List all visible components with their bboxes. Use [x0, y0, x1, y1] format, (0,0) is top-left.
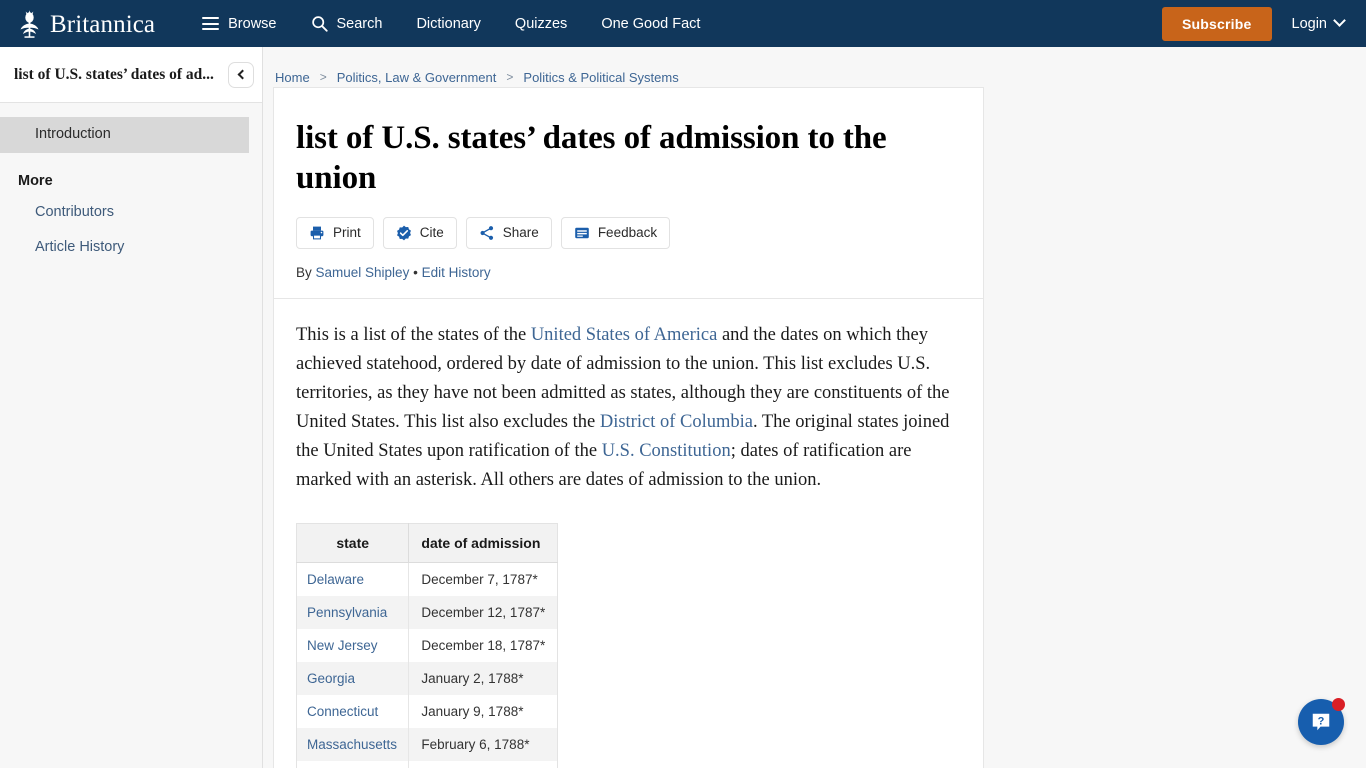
printer-icon	[310, 226, 324, 239]
edit-history-link[interactable]: Edit History	[422, 265, 491, 280]
cell-state-link[interactable]: Connecticut	[296, 694, 410, 728]
cell-state-link[interactable]: New Jersey	[296, 628, 410, 662]
breadcrumb-item-politics-political-systems[interactable]: Politics & Political Systems	[523, 70, 678, 85]
article-header: list of U.S. states’ dates of admission …	[274, 88, 983, 299]
print-label: Print	[333, 225, 361, 240]
nav-item-dictionary-label: Dictionary	[416, 15, 481, 32]
byline: By Samuel Shipley • Edit History	[296, 265, 961, 280]
sidebar-collapse-button[interactable]	[228, 61, 254, 88]
nav-item-one-good-fact-label: One Good Fact	[601, 15, 701, 32]
help-button[interactable]: ?	[1298, 698, 1345, 745]
column-header-state: state	[296, 523, 410, 563]
table-of-contents: Introduction More Contributors Article H…	[0, 103, 262, 266]
cell-state-link[interactable]: Georgia	[296, 661, 410, 695]
share-icon	[480, 225, 493, 240]
nav-item-quizzes[interactable]: Quizzes	[498, 0, 584, 47]
chevron-down-icon	[1333, 14, 1346, 27]
cell-state-link[interactable]: Maryland	[296, 760, 410, 768]
search-icon	[311, 16, 328, 32]
brand-logo[interactable]: Britannica	[16, 9, 155, 39]
article-body: This is a list of the states of the Unit…	[274, 299, 983, 768]
cite-button[interactable]: Cite	[382, 216, 457, 249]
feedback-label: Feedback	[597, 225, 658, 240]
breadcrumb-separator: >	[506, 70, 514, 84]
table-body: Delaware December 7, 1787* Pennsylvania Dec…	[296, 562, 558, 768]
question-chat-icon: ?	[1312, 713, 1330, 731]
breadcrumb-item-home[interactable]: Home	[275, 70, 310, 85]
cell-state-link[interactable]: Massachusetts	[296, 727, 410, 761]
breadcrumb-separator: >	[319, 70, 327, 84]
cell-state-link[interactable]: Pennsylvania	[296, 595, 410, 629]
table-row: MarylandApril 28, 1788*	[296, 760, 558, 768]
byline-prefix: By	[296, 264, 316, 280]
table-header-row: state date of admission	[296, 523, 558, 563]
byline-separator: •	[409, 264, 422, 280]
article-card: list of U.S. states’ dates of admission …	[273, 87, 984, 768]
nav-item-dictionary[interactable]: Dictionary	[399, 0, 497, 47]
content-area: Home > Politics, Law & Government > Poli…	[263, 47, 1366, 768]
table-row: Delaware December 7, 1787*	[296, 562, 558, 596]
byline-author-link[interactable]: Samuel Shipley	[316, 265, 410, 280]
table-row: Massachusetts February 6, 1788*	[296, 727, 558, 761]
page-body: list of U.S. states’ dates of ad... Intr…	[0, 47, 1366, 768]
nav-item-browse-label: Browse	[228, 15, 277, 32]
main-nav-items: Browse Search Dictionary Quizzes One Goo…	[185, 0, 717, 47]
feedback-icon	[575, 227, 589, 238]
nav-right-group: Subscribe Login	[1162, 6, 1350, 41]
share-label: Share	[502, 225, 539, 240]
feedback-button[interactable]: Feedback	[560, 216, 671, 249]
sidebar-heading-more: More	[18, 172, 53, 189]
table-head: state date of admission	[296, 523, 558, 563]
help-notification-badge	[1332, 698, 1345, 711]
cell-date-of-admission: December 12, 1787*	[421, 604, 546, 620]
table-row: New Jersey December 18, 1787*	[296, 628, 558, 662]
sidebar-item-article-history[interactable]: Article History	[0, 230, 262, 266]
nav-item-quizzes-label: Quizzes	[514, 15, 568, 32]
cell-date-of-admission: December 18, 1787*	[421, 637, 546, 653]
page-title: list of U.S. states’ dates of admission …	[296, 120, 887, 197]
article-action-toolbar: Print Cite Share Feedback	[296, 216, 961, 249]
cell-state-link[interactable]: Delaware	[296, 562, 410, 596]
nav-item-search[interactable]: Search	[294, 0, 400, 47]
login-label: Login	[1291, 15, 1327, 32]
lede-paragraph: This is a list of the states of the Unit…	[296, 321, 961, 495]
subscribe-button[interactable]: Subscribe	[1162, 6, 1272, 41]
top-navigation-bar: Britannica Browse Search Dictionary Quiz…	[0, 0, 1366, 47]
link-us-constitution[interactable]: U.S. Constitution	[602, 441, 731, 461]
column-header-date-of-admission: date of admission	[408, 523, 558, 563]
breadcrumb: Home > Politics, Law & Government > Poli…	[263, 47, 1366, 87]
breadcrumb-item-politics-law-government[interactable]: Politics, Law & Government	[337, 70, 497, 85]
sidebar-item-contributors[interactable]: Contributors	[0, 195, 262, 231]
brand-name: Britannica	[50, 11, 156, 38]
verified-badge-icon	[396, 225, 411, 240]
hamburger-icon	[202, 17, 220, 30]
cell-date-of-admission: January 9, 1788*	[421, 703, 524, 719]
cell-date-of-admission: April 28, 1788*	[409, 761, 558, 768]
cell-date-of-admission: February 6, 1788*	[421, 736, 530, 752]
thistle-logo-icon	[20, 9, 39, 38]
cell-date-of-admission: January 2, 1788*	[421, 670, 524, 686]
nav-item-search-label: Search	[336, 15, 383, 32]
login-menu-button[interactable]: Login	[1286, 10, 1350, 38]
table-row: Connecticut January 9, 1788*	[296, 694, 558, 728]
share-button[interactable]: Share	[465, 216, 552, 249]
states-admission-table: state date of admission Delaware December…	[296, 522, 558, 768]
print-button[interactable]: Print	[296, 216, 374, 249]
article-sidebar: list of U.S. states’ dates of ad... Intr…	[0, 47, 263, 768]
table-row: Georgia January 2, 1788*	[296, 661, 558, 695]
link-united-states-of-america[interactable]: United States of America	[531, 325, 718, 345]
nav-item-one-good-fact[interactable]: One Good Fact	[584, 0, 717, 47]
cite-label: Cite	[419, 225, 444, 240]
sidebar-header: list of U.S. states’ dates of ad...	[0, 47, 262, 103]
table-row: Pennsylvania December 12, 1787*	[296, 595, 558, 629]
nav-item-browse[interactable]: Browse	[185, 0, 293, 47]
cell-date-of-admission: December 7, 1787*	[421, 571, 538, 587]
sidebar-article-title: list of U.S. states’ dates of ad...	[14, 65, 214, 83]
sidebar-item-introduction[interactable]: Introduction	[0, 117, 249, 153]
lede-text-1: This is a list of the states of the	[296, 324, 531, 345]
chevron-left-icon	[237, 69, 248, 80]
svg-text:?: ?	[1318, 715, 1325, 727]
link-district-of-columbia[interactable]: District of Columbia	[600, 412, 753, 432]
